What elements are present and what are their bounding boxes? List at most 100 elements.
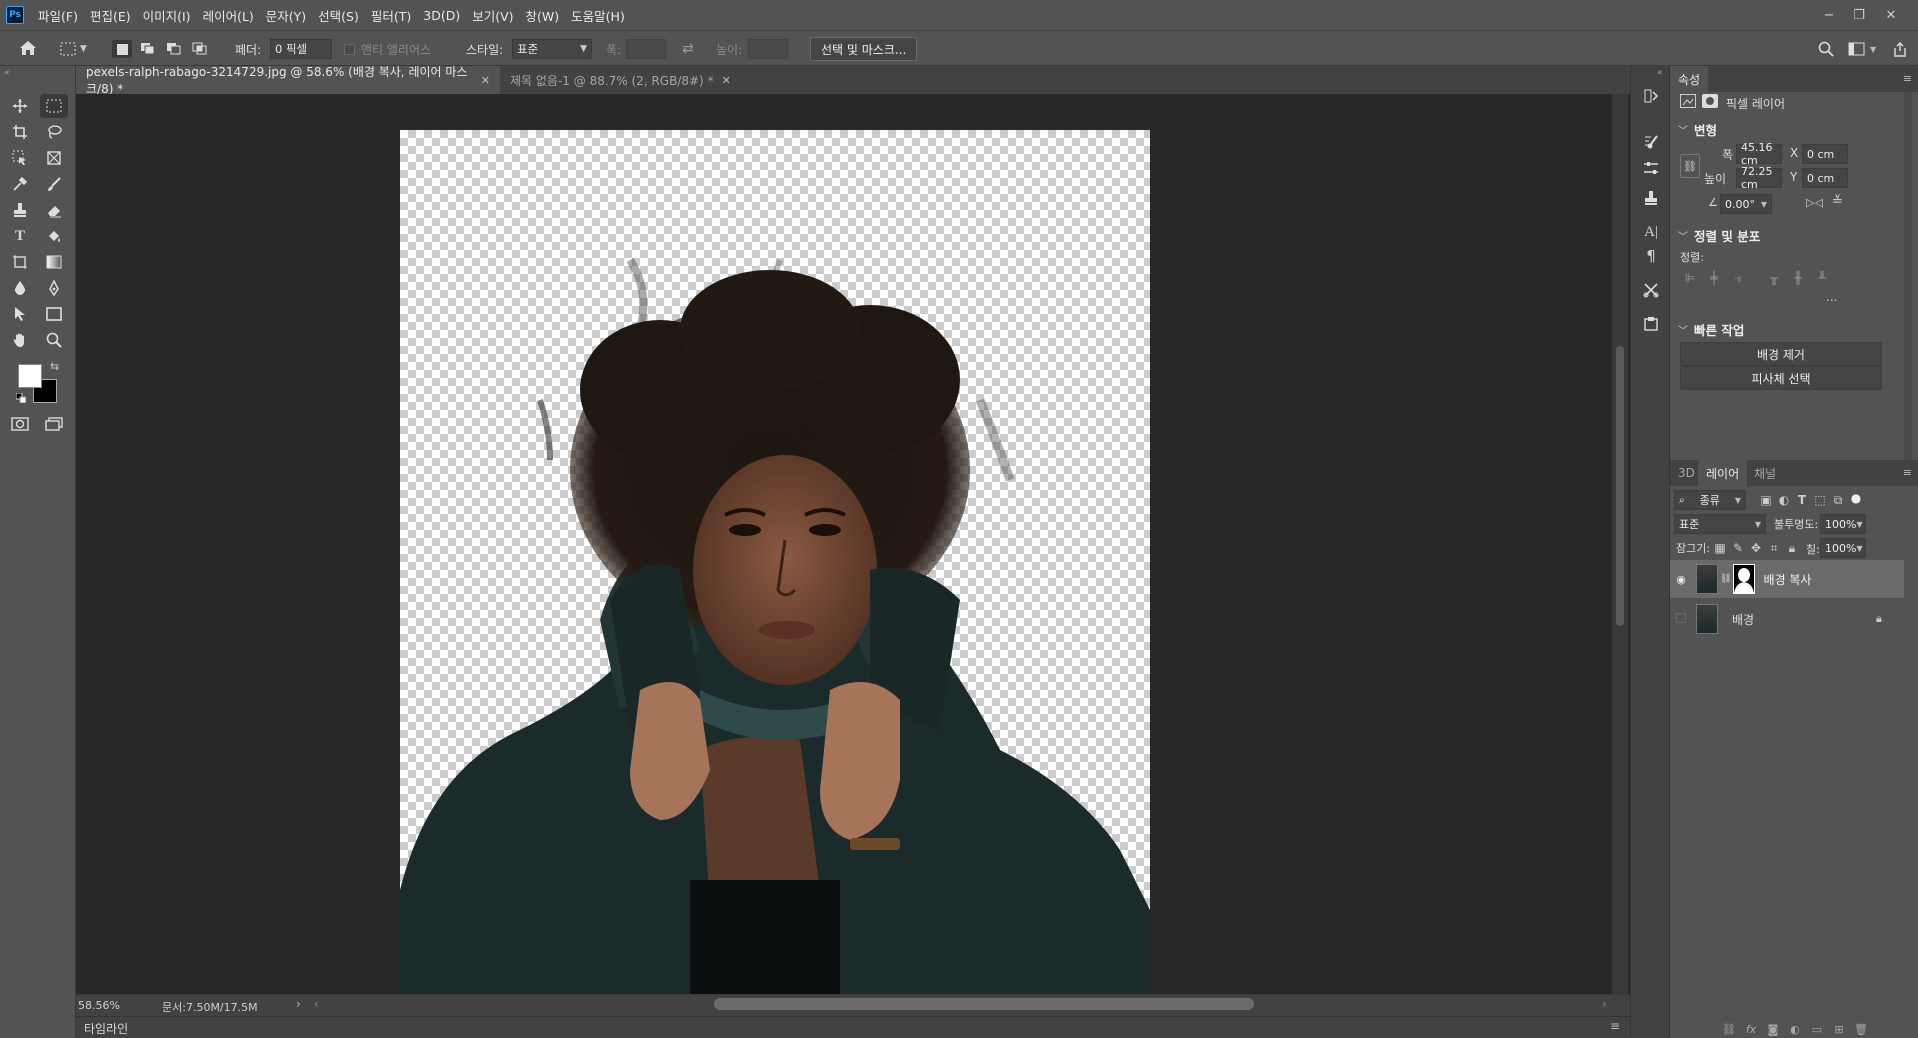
home-icon[interactable] xyxy=(16,38,40,58)
align-bottom-icon[interactable]: ╨ xyxy=(1814,270,1830,286)
fill-field[interactable]: 100% ▼ xyxy=(1820,538,1866,558)
tab-layers[interactable]: 레이어 xyxy=(1698,460,1748,486)
stamp-tool-icon[interactable] xyxy=(6,198,34,222)
align-section-title[interactable]: ﹀ 정렬 및 분포 xyxy=(1678,226,1760,245)
close-icon[interactable]: ✕ xyxy=(481,74,490,87)
mask-icon[interactable] xyxy=(1702,94,1718,108)
properties-scrollbar[interactable] xyxy=(1904,92,1912,462)
zoom-level[interactable]: 58.56% xyxy=(78,999,120,1012)
lock-transparent-icon[interactable]: ▦ xyxy=(1712,540,1728,556)
add-mask-icon[interactable]: ◙ xyxy=(1764,1022,1782,1036)
intersect-selection-button[interactable] xyxy=(190,40,210,58)
menu-type[interactable]: 문자(Y) xyxy=(260,6,312,25)
paragraph-icon[interactable]: ¶ xyxy=(1639,244,1663,268)
layer-mask-thumbnail[interactable] xyxy=(1733,564,1756,594)
filter-adjustment-icon[interactable]: ◐ xyxy=(1776,492,1792,508)
layer-name[interactable]: 배경 복사 xyxy=(1763,571,1811,588)
menu-select[interactable]: 선택(S) xyxy=(312,6,365,25)
link-icon[interactable]: ⛓ xyxy=(1720,574,1731,584)
layer-row[interactable]: 배경 🔒︎ xyxy=(1670,600,1904,638)
angle-field[interactable]: 0.00° ▼ xyxy=(1720,194,1772,214)
select-subject-button[interactable]: 피사체 선택 xyxy=(1680,366,1882,390)
new-group-icon[interactable]: ▭ xyxy=(1808,1022,1826,1036)
libraries-icon[interactable] xyxy=(1639,312,1663,336)
y-field[interactable]: 0 cm xyxy=(1802,168,1848,188)
link-layers-icon[interactable]: ⛓ xyxy=(1720,1022,1738,1036)
subtract-selection-button[interactable] xyxy=(164,40,184,58)
rectangle-tool-icon[interactable] xyxy=(40,302,68,326)
filter-pixel-icon[interactable]: ▣ xyxy=(1758,492,1774,508)
layer-filter-select[interactable]: ⌕ 종류 ▼ xyxy=(1674,490,1746,510)
layer-name[interactable]: 배경 xyxy=(1732,611,1754,628)
brush-settings-icon[interactable] xyxy=(1639,130,1663,154)
x-field[interactable]: 0 cm xyxy=(1802,144,1848,164)
align-top-icon[interactable]: ╥ xyxy=(1766,270,1782,286)
opacity-field[interactable]: 100% ▼ xyxy=(1820,514,1866,534)
brush-tool-icon[interactable] xyxy=(40,172,68,196)
share-icon[interactable] xyxy=(1892,39,1908,59)
paint-bucket-tool-icon[interactable] xyxy=(40,224,68,248)
marquee-tool-icon[interactable] xyxy=(40,94,68,118)
character-icon[interactable]: A| xyxy=(1639,220,1663,244)
menu-3d[interactable]: 3D(D) xyxy=(417,8,466,23)
filter-type-icon[interactable]: T xyxy=(1794,492,1810,508)
expand-panels-icon[interactable]: « xyxy=(1657,68,1663,78)
close-window-button[interactable]: ✕ xyxy=(1876,0,1906,30)
menu-help[interactable]: 도움말(H) xyxy=(565,6,631,25)
horizontal-scrollbar-thumb[interactable] xyxy=(714,998,1254,1010)
menu-view[interactable]: 보기(V) xyxy=(466,6,519,25)
flip-vertical-icon[interactable]: ≚ xyxy=(1832,194,1843,209)
panel-menu-icon[interactable]: ≡ xyxy=(1903,466,1912,479)
align-right-icon[interactable]: ⫣ xyxy=(1730,270,1746,286)
visibility-eye-icon[interactable]: ◉ xyxy=(1670,573,1692,586)
vertical-scrollbar-thumb[interactable] xyxy=(1616,346,1624,626)
quick-actions-section-title[interactable]: ﹀ 빠른 작업 xyxy=(1678,320,1744,339)
menu-filter[interactable]: 필터(T) xyxy=(365,6,417,25)
width-field[interactable]: 45.16 cm xyxy=(1736,141,1782,167)
blend-mode-select[interactable]: 표준 ▼ xyxy=(1674,514,1766,534)
vertical-scrollbar[interactable] xyxy=(1612,94,1628,994)
default-colors-icon[interactable] xyxy=(15,392,27,404)
collapse-toolbar-icon[interactable]: « xyxy=(4,68,10,78)
tab-pexels-document[interactable]: pexels-ralph-rabago-3214729.jpg @ 58.6% … xyxy=(76,65,500,96)
tab-channels[interactable]: 채널 xyxy=(1746,460,1784,486)
filter-shape-icon[interactable]: ⬚ xyxy=(1812,492,1828,508)
new-layer-icon[interactable]: ⊞ xyxy=(1830,1022,1848,1036)
filter-smart-object-icon[interactable]: ⧉ xyxy=(1830,492,1846,508)
antialias-checkbox[interactable]: 앤티 앨리어스 xyxy=(344,39,431,59)
flip-horizontal-icon[interactable]: ▷◁ xyxy=(1806,196,1823,209)
lock-all-icon[interactable]: 🔒︎ xyxy=(1784,540,1800,556)
style-select[interactable]: 표준 ▼ xyxy=(512,39,592,59)
close-icon[interactable]: ✕ xyxy=(722,74,731,87)
timeline-label[interactable]: 타임라인 xyxy=(84,1020,128,1037)
width-input[interactable] xyxy=(626,39,666,59)
panel-menu-icon[interactable]: ≡ xyxy=(1610,1019,1620,1033)
adjustments-icon[interactable] xyxy=(1639,156,1663,180)
menu-file[interactable]: 파일(F) xyxy=(32,6,84,25)
trash-icon[interactable]: 🗑︎ xyxy=(1852,1022,1870,1036)
lock-artboard-icon[interactable]: ⌗ xyxy=(1766,540,1782,556)
lasso-tool-icon[interactable] xyxy=(40,120,68,144)
layer-row[interactable]: ◉ ⛓ 배경 복사 xyxy=(1670,560,1904,598)
clone-source-icon[interactable] xyxy=(1639,186,1663,210)
height-field[interactable]: 72.25 cm xyxy=(1736,165,1782,191)
tab-untitled-document[interactable]: 제목 없음-1 @ 88.7% (2, RGB/8#) * ✕ xyxy=(500,66,741,94)
new-selection-button[interactable] xyxy=(112,40,132,58)
feather-input[interactable]: 0 픽셀 xyxy=(270,39,332,59)
document-canvas[interactable] xyxy=(400,130,1150,994)
remove-background-button[interactable]: 배경 제거 xyxy=(1680,342,1882,366)
search-icon[interactable] xyxy=(1818,39,1834,59)
quick-mask-icon[interactable] xyxy=(6,412,34,436)
blur-tool-icon[interactable] xyxy=(6,276,34,300)
status-menu-icon[interactable]: › xyxy=(296,997,301,1011)
lock-image-icon[interactable]: ✎ xyxy=(1730,540,1746,556)
path-selection-tool-icon[interactable] xyxy=(6,302,34,326)
height-input[interactable] xyxy=(748,39,788,59)
zoom-tool-icon[interactable] xyxy=(40,328,68,352)
crop-tool-icon[interactable] xyxy=(6,120,34,144)
fx-icon[interactable]: fx xyxy=(1742,1022,1760,1036)
tools-preset-icon[interactable] xyxy=(1639,278,1663,302)
swap-dimensions-icon[interactable]: ⇄ xyxy=(682,39,694,59)
eyedropper-tool-icon[interactable] xyxy=(6,172,34,196)
tool-preset-picker[interactable]: ▼ xyxy=(60,39,96,59)
